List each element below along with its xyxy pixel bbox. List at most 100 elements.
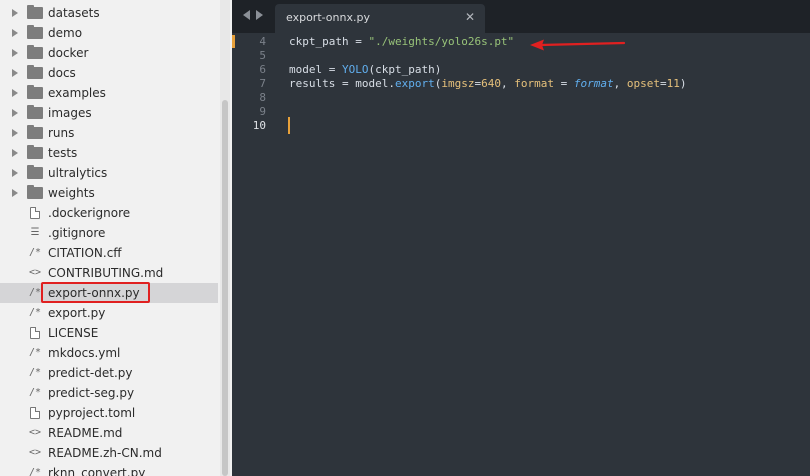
file-item[interactable]: <> README.md (0, 423, 218, 443)
folder-item[interactable]: ultralytics (0, 163, 218, 183)
disclosure-arrow-icon[interactable] (12, 109, 18, 117)
folder-icon (27, 45, 43, 59)
file-name-label: export-onnx.py (48, 286, 140, 300)
folder-item[interactable]: tests (0, 143, 218, 163)
file-name-label: mkdocs.yml (48, 346, 121, 360)
file-name-label: .gitignore (48, 226, 106, 240)
file-name-label: datasets (48, 6, 100, 20)
folder-icon (27, 125, 43, 139)
file-item[interactable]: /* export.py (0, 303, 218, 323)
file-item[interactable]: /* CITATION.cff (0, 243, 218, 263)
file-item[interactable]: /* mkdocs.yml (0, 343, 218, 363)
code-line-6: model = YOLO(ckpt_path) (289, 63, 441, 77)
markup-file-icon: <> (28, 267, 42, 278)
folder-item[interactable]: images (0, 103, 218, 123)
comment-file-icon: /* (28, 387, 42, 398)
code-token: results = model. (289, 77, 395, 90)
file-item[interactable]: pyproject.toml (0, 403, 218, 423)
disclosure-arrow-icon[interactable] (12, 69, 18, 77)
disclosure-arrow-icon[interactable] (12, 189, 18, 197)
annotation-arrow-icon (530, 39, 626, 51)
folder-icon (27, 5, 43, 19)
comment-file-icon: /* (28, 367, 42, 378)
sidebar-scrollbar[interactable] (220, 0, 230, 476)
file-item[interactable]: /* predict-det.py (0, 363, 218, 383)
code-token: = (348, 35, 369, 48)
folder-item[interactable]: docs (0, 63, 218, 83)
code-kwarg: format (514, 77, 554, 90)
file-icon (30, 327, 40, 339)
line-number-gutter: 4 5 6 7 8 9 10 (232, 33, 274, 476)
disclosure-arrow-icon[interactable] (12, 169, 18, 177)
tab-bar: export-onnx.py ✕ (232, 0, 810, 33)
line-number: 7 (259, 77, 266, 90)
folder-icon (27, 85, 43, 99)
file-icon (30, 207, 40, 219)
code-kwarg: opset (626, 77, 660, 90)
disclosure-arrow-icon[interactable] (12, 29, 18, 37)
file-name-label: predict-seg.py (48, 386, 135, 400)
disclosure-arrow-icon[interactable] (12, 149, 18, 157)
file-name-label: ultralytics (48, 166, 108, 180)
folder-icon (27, 185, 43, 199)
file-tree: datasets demo docker docs examples images runs… (0, 3, 218, 476)
markup-file-icon: <> (28, 427, 42, 438)
line-number: 9 (259, 105, 266, 118)
file-name-label: README.zh-CN.md (48, 446, 162, 460)
nav-back-icon[interactable] (243, 10, 250, 20)
file-name-label: runs (48, 126, 75, 140)
file-item[interactable]: <> CONTRIBUTING.md (0, 263, 218, 283)
folder-item[interactable]: docker (0, 43, 218, 63)
folder-item[interactable]: examples (0, 83, 218, 103)
sidebar-scrollbar-thumb[interactable] (222, 100, 228, 476)
code-editor[interactable]: 4 5 6 7 8 9 10 ckpt_path = "./weights/yo… (232, 33, 810, 476)
file-icon (30, 407, 40, 419)
folder-icon (27, 25, 43, 39)
folder-item[interactable]: demo (0, 23, 218, 43)
file-name-label: weights (48, 186, 95, 200)
file-name-label: docs (48, 66, 76, 80)
code-token: = (553, 77, 574, 90)
file-item[interactable]: /* predict-seg.py (0, 383, 218, 403)
file-name-label: rknn_convert.py (48, 466, 146, 476)
disclosure-arrow-icon[interactable] (12, 9, 18, 17)
code-token: ) (679, 77, 687, 90)
tab-export-onnx[interactable]: export-onnx.py ✕ (275, 4, 485, 33)
file-name-label: demo (48, 26, 83, 40)
folder-item[interactable]: datasets (0, 3, 218, 23)
folder-icon (27, 165, 43, 179)
file-item[interactable]: /* rknn_convert.py (0, 463, 218, 476)
line-number: 8 (259, 91, 266, 104)
text-cursor (288, 117, 290, 134)
file-name-label: docker (48, 46, 89, 60)
comment-file-icon: /* (28, 467, 42, 476)
file-item[interactable]: LICENSE (0, 323, 218, 343)
comment-file-icon: /* (28, 287, 42, 298)
code-kwarg: imgsz (441, 77, 475, 90)
code-number: 11 (666, 77, 680, 90)
code-token: , (500, 77, 515, 90)
code-token: , (613, 77, 627, 90)
folder-item[interactable]: runs (0, 123, 218, 143)
file-item[interactable]: <> README.zh-CN.md (0, 443, 218, 463)
code-function: YOLO (341, 63, 369, 76)
file-name-label: images (48, 106, 92, 120)
file-name-label: CONTRIBUTING.md (48, 266, 164, 280)
file-name-label: export.py (48, 306, 106, 320)
code-token: = (659, 77, 667, 90)
file-name-label: pyproject.toml (48, 406, 136, 420)
file-name-label: CITATION.cff (48, 246, 122, 260)
code-token: model = (289, 63, 342, 76)
file-item[interactable]: .dockerignore (0, 203, 218, 223)
file-item[interactable]: /* export-onnx.py (0, 283, 218, 303)
file-item[interactable]: ☰ .gitignore (0, 223, 218, 243)
close-icon[interactable]: ✕ (465, 10, 475, 24)
nav-forward-icon[interactable] (256, 10, 263, 20)
disclosure-arrow-icon[interactable] (12, 89, 18, 97)
folder-icon (27, 145, 43, 159)
code-function: export (394, 77, 435, 90)
file-name-label: README.md (48, 426, 123, 440)
folder-item[interactable]: weights (0, 183, 218, 203)
disclosure-arrow-icon[interactable] (12, 129, 18, 137)
disclosure-arrow-icon[interactable] (12, 49, 18, 57)
